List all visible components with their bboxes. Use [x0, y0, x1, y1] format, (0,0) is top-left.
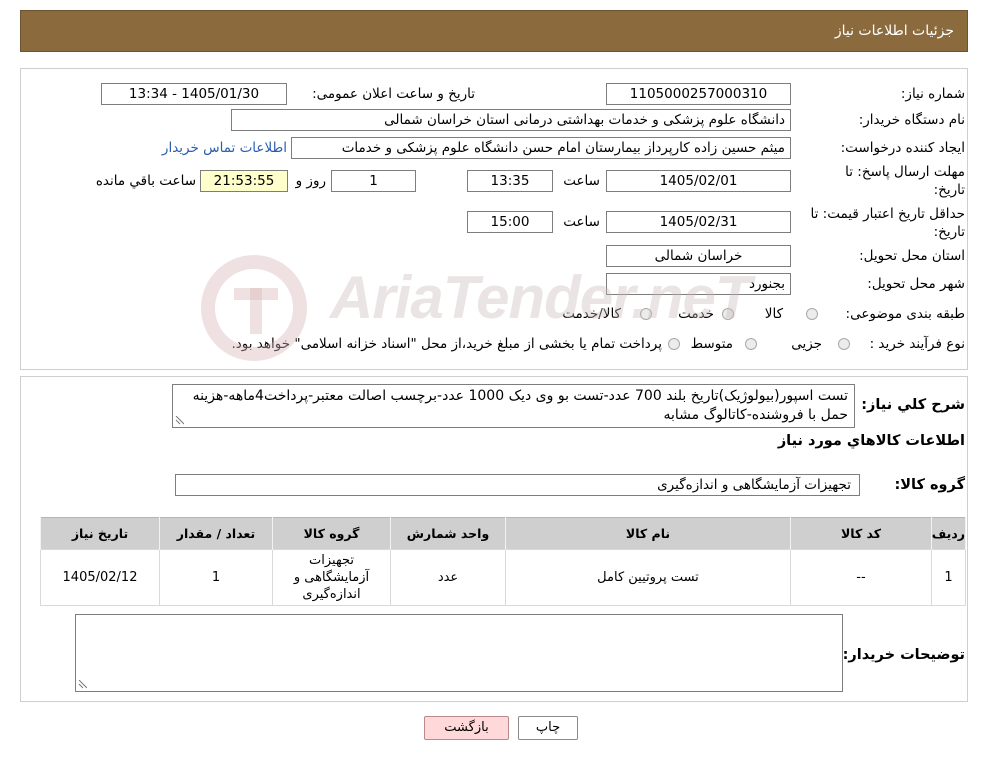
buyer-contact-link[interactable]: اطلاعات تماس خریدار — [162, 139, 287, 157]
cell-item-group: تجهیزات آزمایشگاهی و اندازه‌گیری — [272, 549, 391, 606]
page-title: جزئیات اطلاعات نیاز — [834, 23, 954, 39]
buyer-notes-label: توضیحات خریدار: — [842, 647, 965, 663]
category-goods-service-label[interactable]: کالا/خدمت — [562, 305, 621, 323]
cell-unit: عدد — [390, 549, 506, 606]
purchase-type-label: نوع فرآیند خرید : — [869, 336, 965, 352]
delivery-province-label: استان محل تحویل: — [859, 248, 965, 264]
description-label: شرح کلي نياز: — [861, 397, 965, 413]
buyer-notes-textarea[interactable] — [75, 614, 843, 692]
remaining-days-field: 1 — [331, 170, 416, 192]
cell-need-date: 1405/02/12 — [40, 549, 160, 606]
remaining-days-label: روز و — [295, 173, 326, 189]
purchase-type-minor-label[interactable]: جزیی — [791, 335, 822, 353]
response-deadline-label-line2: تاریخ: — [933, 182, 965, 198]
delivery-city-field: بجنورد — [606, 273, 791, 295]
back-button[interactable]: بازگشت — [424, 716, 509, 740]
category-goods-radio-icon[interactable] — [806, 308, 818, 320]
category-goods-label[interactable]: کالا — [765, 305, 783, 323]
cell-item-code: -- — [790, 549, 932, 606]
price-validity-label-line1: حداقل تاریخ اعتبار قیمت: تا — [810, 206, 965, 222]
price-validity-label-line2: تاریخ: — [933, 224, 965, 240]
response-deadline-label-line1: مهلت ارسال پاسخ: تا — [845, 164, 965, 180]
category-service-radio-icon[interactable] — [722, 308, 734, 320]
purchase-type-medium-label[interactable]: متوسط — [691, 335, 733, 353]
response-deadline-time-field: 13:35 — [467, 170, 553, 192]
delivery-city-label: شهر محل تحویل: — [867, 276, 965, 292]
cell-row-number: 1 — [931, 549, 966, 606]
cell-item-name: تست پروتیین کامل — [505, 549, 791, 606]
announce-datetime-label: تاریخ و ساعت اعلان عمومی: — [312, 86, 475, 102]
column-header-row-number: ردیف — [931, 517, 966, 550]
column-header-item-group: گروه کالا — [272, 517, 391, 550]
resize-handle-icon[interactable] — [175, 416, 184, 425]
purchase-type-medium-radio-icon[interactable] — [745, 338, 757, 350]
category-goods-service-radio-icon[interactable] — [640, 308, 652, 320]
buyer-org-field: دانشگاه علوم پزشکی و خدمات بهداشتی درمان… — [231, 109, 791, 131]
purchase-type-treasury-radio-icon[interactable] — [668, 338, 680, 350]
table-header-row: ردیف کد کالا نام کالا واحد شمارش گروه کا… — [40, 517, 966, 550]
goods-table: ردیف کد کالا نام کالا واحد شمارش گروه کا… — [40, 517, 966, 606]
column-header-quantity: تعداد / مقدار — [159, 517, 273, 550]
category-service-label[interactable]: خدمت — [678, 305, 714, 323]
description-text: تست اسپور(بیولوژیک)تاریخ بلند 700 عدد-تس… — [192, 388, 848, 423]
table-row: 1 -- تست پروتیین کامل عدد تجهیزات آزمایش… — [40, 549, 966, 606]
price-validity-time-field: 15:00 — [467, 211, 553, 233]
need-number-field: 1105000257000310 — [606, 83, 791, 105]
announce-datetime-field: 1405/01/30 - 13:34 — [101, 83, 287, 105]
response-deadline-date-field: 1405/02/01 — [606, 170, 791, 192]
cell-quantity: 1 — [159, 549, 273, 606]
category-label: طبقه بندی موضوعی: — [845, 306, 965, 322]
description-textarea[interactable]: تست اسپور(بیولوژیک)تاریخ بلند 700 عدد-تس… — [172, 384, 855, 428]
requester-label: ایجاد کننده درخواست: — [840, 140, 965, 156]
column-header-need-date: تاریخ نیاز — [40, 517, 160, 550]
page-header: جزئیات اطلاعات نیاز — [20, 10, 968, 52]
remaining-time-label: ساعت باقي مانده — [95, 173, 196, 189]
goods-section-heading: اطلاعات کالاهاي مورد نياز — [777, 433, 965, 449]
column-header-item-name: نام کالا — [505, 517, 791, 550]
purchase-type-treasury-label[interactable]: پرداخت تمام یا بخشی از مبلغ خرید،از محل … — [231, 335, 662, 353]
requester-field: میثم حسین زاده کارپرداز بیمارستان امام ح… — [291, 137, 791, 159]
buyer-org-label: نام دستگاه خریدار: — [858, 112, 965, 128]
resize-handle-icon[interactable] — [78, 680, 87, 689]
response-deadline-time-label: ساعت — [563, 173, 600, 189]
goods-group-label: گروه کالا: — [894, 477, 965, 493]
delivery-province-field: خراسان شمالی — [606, 245, 791, 267]
goods-group-field: تجهیزات آزمایشگاهی و اندازه‌گیری — [175, 474, 860, 496]
column-header-item-code: کد کالا — [790, 517, 932, 550]
remaining-time-counter: 21:53:55 — [200, 170, 288, 192]
print-button[interactable]: چاپ — [518, 716, 578, 740]
price-validity-time-label: ساعت — [563, 214, 600, 230]
price-validity-date-field: 1405/02/31 — [606, 211, 791, 233]
need-number-label: شماره نیاز: — [900, 86, 965, 102]
purchase-type-minor-radio-icon[interactable] — [838, 338, 850, 350]
column-header-unit: واحد شمارش — [390, 517, 506, 550]
